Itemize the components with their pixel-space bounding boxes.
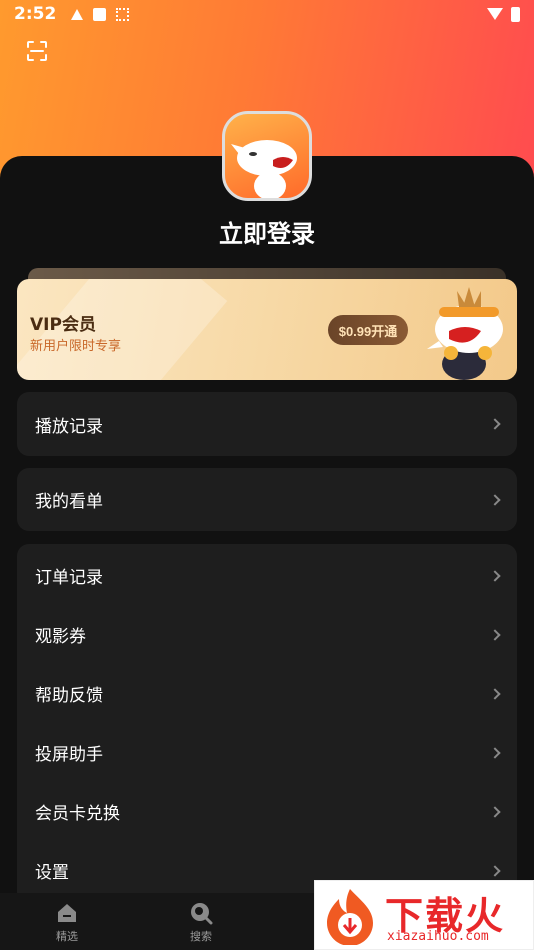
watermark-url: xiazaihuo.com (387, 929, 489, 944)
qr-notification-icon (116, 7, 130, 21)
menu-item-label: 订单记录 (35, 568, 103, 588)
notification-icons (70, 7, 130, 21)
scan-icon (27, 41, 47, 61)
menu-item-redeem-card[interactable]: 会员卡兑换 (17, 782, 517, 841)
home-icon (58, 904, 76, 922)
menu-item-label: 观影券 (35, 627, 86, 647)
flame-logo-icon (327, 889, 373, 945)
vip-mascot-icon (427, 287, 503, 380)
menu-item-play-history[interactable]: 播放记录 (17, 392, 517, 456)
mascot-avatar-icon (231, 140, 297, 198)
menu-item-label: 会员卡兑换 (35, 804, 120, 824)
status-bar: 2:52 (0, 0, 534, 28)
app-notification-icon (93, 7, 107, 21)
menu-item-movie-coupons[interactable]: 观影券 (17, 605, 517, 664)
menu-card-watchlist: 我的看单 (17, 468, 517, 531)
chevron-right-icon (489, 493, 501, 506)
menu-item-help-feedback[interactable]: 帮助反馈 (17, 664, 517, 723)
menu-card-history: 播放记录 (17, 392, 517, 456)
chevron-right-icon (489, 418, 501, 430)
menu-card-services: 订单记录 观影券 帮助反馈 投屏助手 会员卡兑换 设置 (17, 544, 517, 904)
menu-item-my-watchlist[interactable]: 我的看单 (17, 468, 517, 531)
avatar[interactable] (222, 111, 312, 201)
status-time: 2:52 (14, 4, 57, 24)
vip-subtitle: 新用户限时专享 (30, 339, 122, 354)
login-button[interactable]: 立即登录 (0, 214, 534, 249)
nav-tab-search[interactable]: 搜索 (134, 893, 268, 950)
chevron-right-icon (489, 805, 501, 818)
nav-tab-label: 搜索 (190, 930, 212, 943)
vip-subscribe-button[interactable]: $0.99开通 (328, 315, 408, 345)
wifi-icon (487, 8, 503, 20)
vip-title: VIP会员 (30, 315, 96, 335)
menu-item-label: 我的看单 (35, 492, 103, 512)
app-notification-icon (70, 8, 84, 21)
battery-icon (511, 6, 520, 22)
scan-button[interactable] (26, 40, 48, 62)
vip-banner[interactable]: VIP会员 新用户限时专享 $0.99开通 (17, 279, 517, 380)
menu-item-label: 播放记录 (35, 416, 103, 437)
chevron-right-icon (489, 569, 501, 582)
menu-item-label: 投屏助手 (35, 745, 103, 765)
system-icons (487, 6, 520, 22)
chevron-right-icon (489, 687, 501, 700)
nav-tab-featured[interactable]: 精选 (0, 893, 134, 950)
search-icon (191, 903, 213, 925)
chevron-right-icon (489, 864, 501, 877)
menu-item-cast-assistant[interactable]: 投屏助手 (17, 723, 517, 782)
nav-tab-label: 精选 (56, 930, 78, 943)
menu-item-order-history[interactable]: 订单记录 (17, 546, 517, 605)
chevron-right-icon (489, 746, 501, 759)
chevron-right-icon (489, 628, 501, 641)
watermark: 下载火 xiazaihuo.com (314, 880, 534, 950)
menu-item-label: 帮助反馈 (35, 686, 103, 706)
menu-item-label: 设置 (35, 863, 69, 883)
